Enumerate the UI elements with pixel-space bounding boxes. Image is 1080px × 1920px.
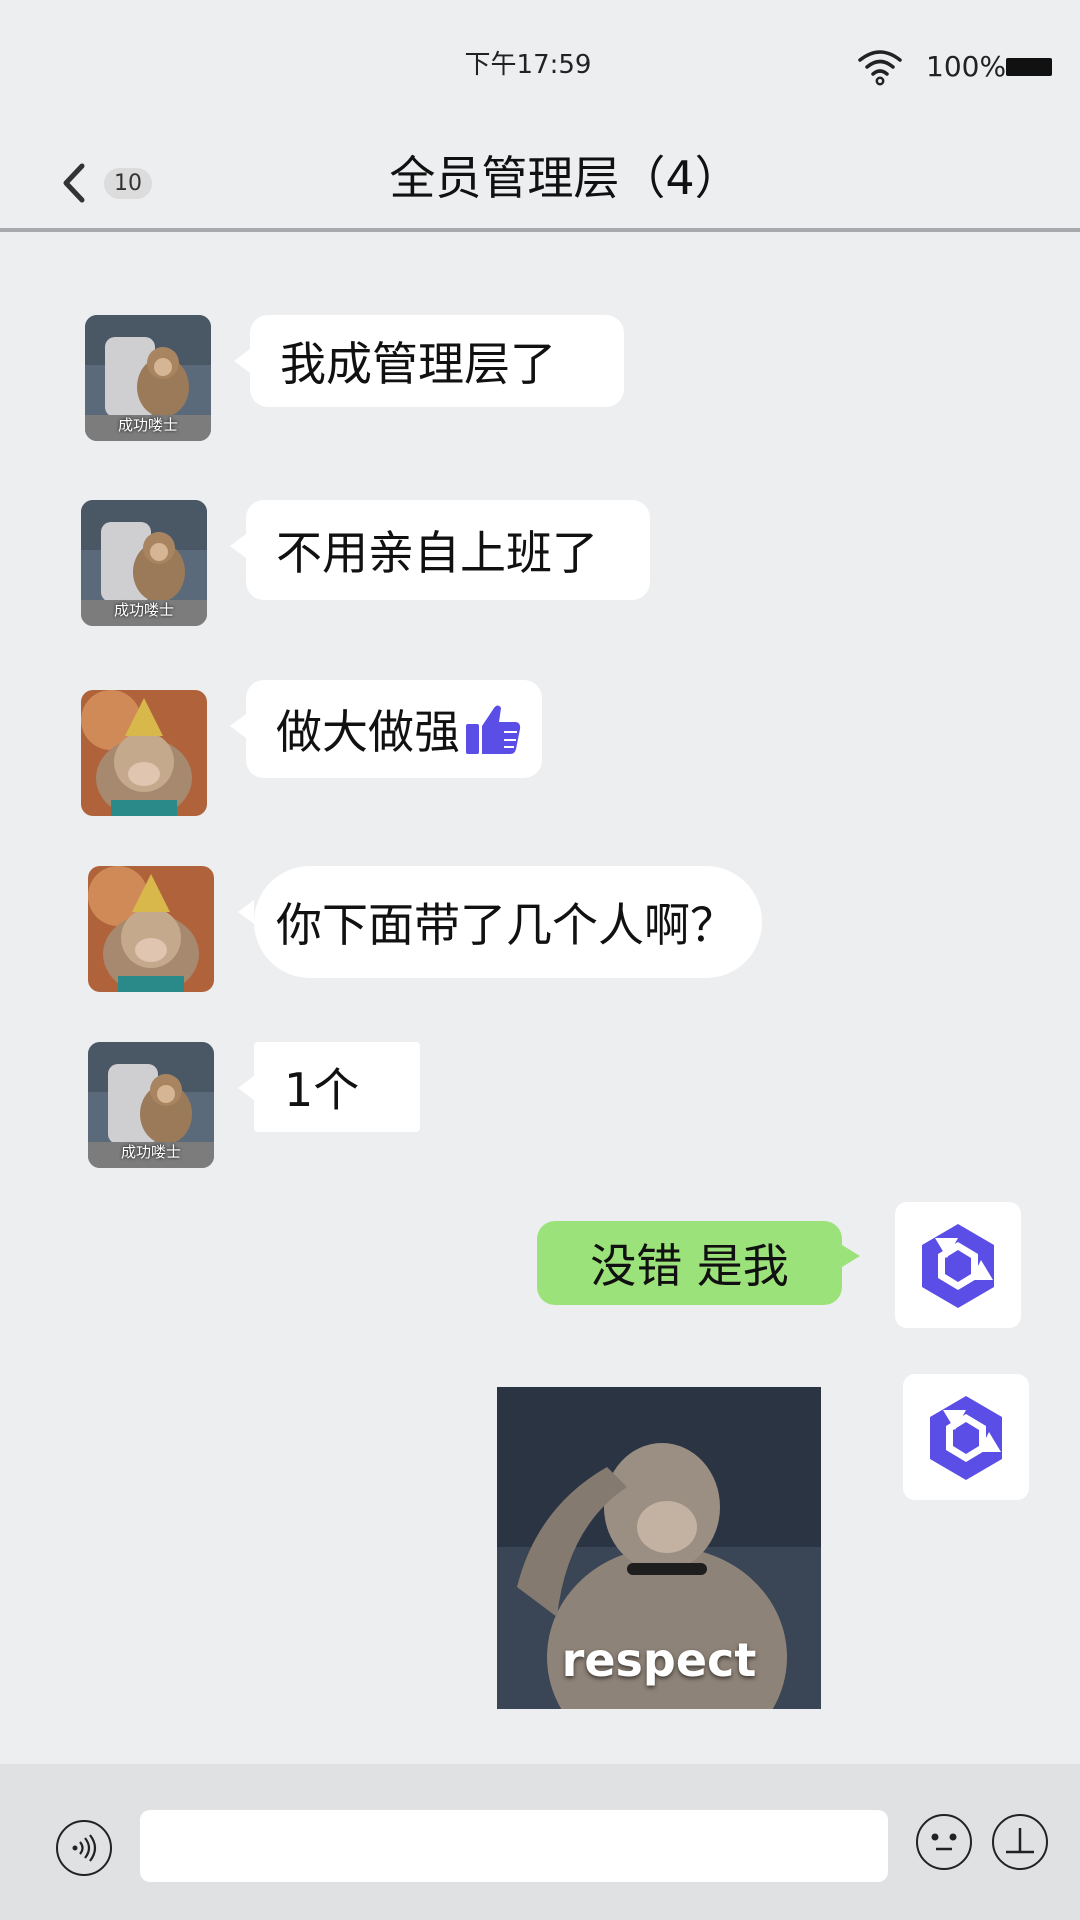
battery-percentage: 100% — [926, 50, 1007, 83]
avatar-monkey-boss[interactable]: 成功喽士 — [81, 500, 207, 626]
avatar-monkey-boss[interactable]: 成功喽士 — [88, 1042, 214, 1168]
avatar-monkey-boss[interactable]: 成功喽士 — [85, 315, 211, 441]
monkey-crown-avatar-image — [81, 690, 207, 816]
message-bubble-3[interactable]: 做大做强 — [230, 680, 542, 778]
emoji-face-icon — [931, 1833, 957, 1851]
thumbs-up-icon — [466, 705, 521, 754]
avatar-caption: 成功喽士 — [117, 416, 178, 434]
message-input[interactable] — [140, 1810, 888, 1882]
brand-logo-icon — [930, 1396, 1002, 1480]
my-message-bubble[interactable]: 没错 是我 — [537, 1221, 860, 1305]
brand-logo-icon — [922, 1224, 994, 1308]
message-text: 我成管理层了 — [280, 337, 556, 391]
message-bubble-2[interactable]: 不用亲自上班了 — [230, 500, 650, 600]
avatar-monkey-crown[interactable] — [81, 690, 207, 816]
message-text: 你下面带了几个人啊？ — [276, 898, 736, 952]
my-avatar[interactable] — [903, 1374, 1029, 1500]
emoji-button[interactable] — [916, 1814, 972, 1870]
message-bubble-1[interactable]: 我成管理层了 — [234, 315, 624, 407]
message-text: 没错 是我 — [590, 1239, 789, 1293]
message-text: 做大做强 — [276, 705, 460, 759]
respect-sticker[interactable]: respect — [497, 1387, 821, 1709]
header-divider — [0, 228, 1080, 232]
more-button[interactable] — [992, 1814, 1048, 1870]
avatar-caption: 成功喽士 — [113, 601, 174, 619]
plus-icon — [1006, 1828, 1034, 1854]
message-text: 不用亲自上班了 — [276, 526, 598, 580]
avatar-caption: 成功喽士 — [120, 1143, 181, 1161]
wifi-icon — [858, 50, 902, 86]
monkey-crown-avatar-image — [88, 866, 214, 992]
message-bubble-5[interactable]: 1个 — [238, 1042, 420, 1132]
message-bubble-4[interactable]: 你下面带了几个人啊？ — [238, 866, 762, 978]
sticker-caption: respect — [561, 1633, 757, 1687]
battery-icon — [1006, 58, 1052, 76]
message-text: 1个 — [284, 1063, 360, 1117]
my-avatar[interactable] — [895, 1202, 1021, 1328]
voice-button[interactable] — [56, 1820, 112, 1876]
voice-icon — [72, 1834, 97, 1862]
chat-title: 全员管理层（4） — [389, 151, 741, 205]
avatar-monkey-crown[interactable] — [88, 866, 214, 992]
